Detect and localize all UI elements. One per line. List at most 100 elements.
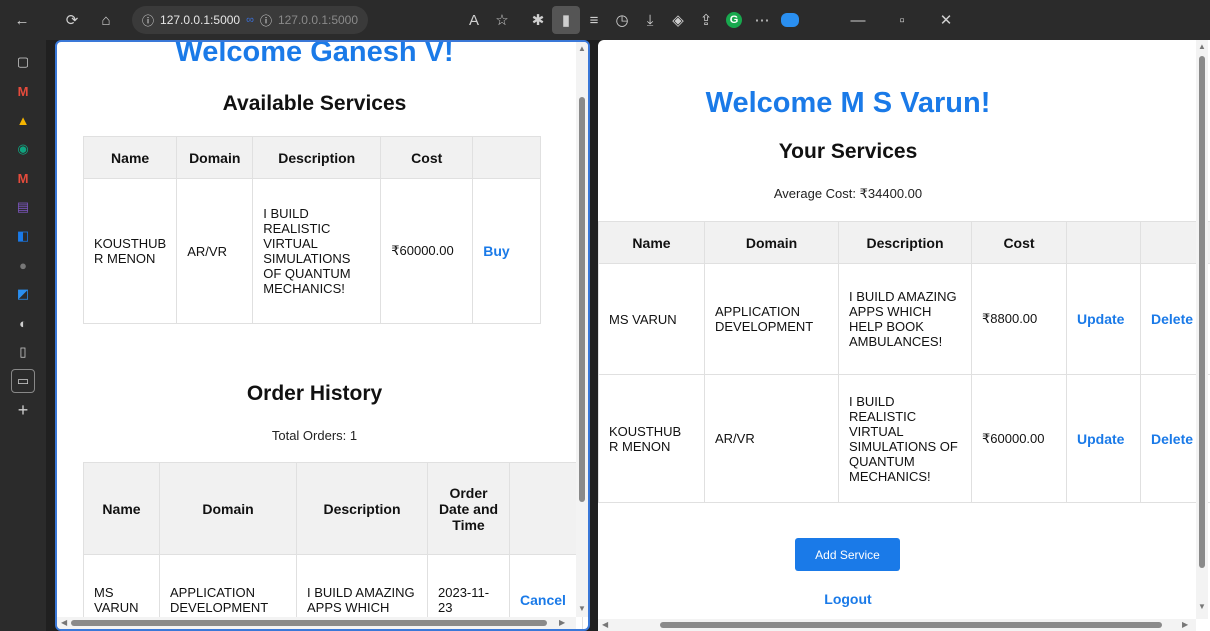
scroll-thumb[interactable] bbox=[579, 97, 585, 502]
col-order-date: Order Date and Time bbox=[427, 462, 510, 555]
more-options-icon[interactable]: ⋯ bbox=[748, 6, 776, 34]
drive-icon[interactable]: ▲ bbox=[11, 108, 35, 132]
split-screen-icon[interactable]: ▮ bbox=[552, 6, 581, 34]
scroll-left-icon[interactable]: ◀ bbox=[61, 618, 67, 627]
forms-icon[interactable]: ▤ bbox=[11, 195, 35, 219]
col-action bbox=[509, 462, 583, 555]
col-name: Name bbox=[598, 221, 705, 264]
document-icon[interactable]: ▯ bbox=[11, 340, 35, 364]
favorite-star-icon[interactable]: ☆ bbox=[488, 6, 516, 34]
update-link[interactable]: Update bbox=[1077, 311, 1124, 327]
info-icon: ⓘ bbox=[142, 13, 155, 28]
scroll-thumb[interactable] bbox=[71, 620, 547, 626]
outlook-icon[interactable]: ◧ bbox=[11, 224, 35, 248]
left-pane: Welcome Ganesh V! Available Services Nam… bbox=[55, 40, 590, 631]
col-domain: Domain bbox=[176, 136, 254, 179]
back-icon[interactable]: ← bbox=[8, 6, 36, 34]
buy-link[interactable]: Buy bbox=[483, 243, 509, 259]
right-vertical-scrollbar[interactable]: ▲ ▼ bbox=[1196, 40, 1208, 619]
logout-link[interactable]: Logout bbox=[798, 591, 898, 607]
chatgpt-icon[interactable]: ◉ bbox=[11, 137, 35, 161]
col-domain: Domain bbox=[159, 462, 297, 555]
active-tab-icon[interactable]: ▭ bbox=[11, 369, 35, 393]
add-service-button[interactable]: Add Service bbox=[795, 538, 900, 571]
url-left: 127.0.0.1:5000 bbox=[160, 13, 241, 27]
col-name: Name bbox=[82, 136, 178, 179]
col-update bbox=[1066, 221, 1141, 264]
dot-icon[interactable]: ● bbox=[11, 253, 35, 277]
order-history-table: Name Domain Description Order Date and T… bbox=[83, 462, 583, 629]
col-name: Name bbox=[83, 462, 160, 555]
add-icon[interactable]: + bbox=[11, 398, 35, 422]
table-row: MS VARUN APPLICATION DEVELOPMENT I BUILD… bbox=[598, 263, 1210, 375]
cancel-link[interactable]: Cancel bbox=[520, 592, 566, 608]
order-history-title: Order History bbox=[246, 382, 383, 405]
app-icon[interactable]: ◩ bbox=[11, 282, 35, 306]
extensions-icon[interactable]: ✱ bbox=[524, 6, 552, 34]
read-aloud-icon[interactable]: A bbox=[460, 6, 488, 34]
cell-cost: ₹60000.00 bbox=[380, 178, 474, 324]
cell-cost: ₹8800.00 bbox=[971, 263, 1067, 375]
col-cost: Cost bbox=[380, 136, 474, 179]
github-icon[interactable]: ◐ bbox=[11, 311, 35, 335]
available-services-title: Available Services bbox=[222, 92, 407, 115]
scroll-down-icon[interactable]: ▼ bbox=[578, 604, 586, 613]
split-link-icon: ∞ bbox=[246, 14, 254, 26]
scroll-right-icon[interactable]: ▶ bbox=[559, 618, 565, 627]
total-orders: Total Orders: 1 bbox=[271, 428, 358, 443]
col-cost: Cost bbox=[971, 221, 1067, 264]
restore-icon[interactable]: ▫ bbox=[888, 6, 916, 34]
available-services-table: Name Domain Description Cost KOUSTHUB R … bbox=[82, 136, 541, 324]
cell-description: I BUILD REALISTIC VIRTUAL SIMULATIONS OF… bbox=[252, 178, 382, 324]
browser-toolbar: ← ⟳ ⌂ ⓘ 127.0.0.1:5000 ∞ ⓘ 127.0.0.1:500… bbox=[0, 0, 1210, 40]
minimize-icon[interactable]: — bbox=[844, 6, 872, 34]
history-icon[interactable]: ◷ bbox=[608, 6, 636, 34]
cell-name: KOUSTHUB R MENON bbox=[82, 178, 178, 324]
cell-description: I BUILD REALISTIC VIRTUAL SIMULATIONS OF… bbox=[838, 374, 972, 503]
share-icon[interactable]: ⇪ bbox=[692, 6, 720, 34]
close-icon[interactable]: ✕ bbox=[932, 6, 960, 34]
scroll-thumb[interactable] bbox=[1199, 56, 1205, 568]
scroll-up-icon[interactable]: ▲ bbox=[578, 44, 586, 53]
scroll-thumb[interactable] bbox=[660, 622, 1162, 628]
left-vertical-scrollbar[interactable]: ▲ ▼ bbox=[576, 42, 588, 617]
cell-cost: ₹60000.00 bbox=[971, 374, 1067, 503]
table-row: KOUSTHUB R MENON AR/VR I BUILD REALISTIC… bbox=[82, 178, 541, 324]
grammar-extension-icon[interactable]: G bbox=[720, 6, 748, 34]
col-description: Description bbox=[252, 136, 382, 179]
your-services-table: Name Domain Description Cost MS VARUN AP… bbox=[598, 221, 1210, 503]
cell-domain: AR/VR bbox=[176, 178, 254, 324]
left-horizontal-scrollbar[interactable]: ◀ ▶ bbox=[57, 617, 576, 629]
update-link[interactable]: Update bbox=[1077, 431, 1124, 447]
url-right: 127.0.0.1:5000 bbox=[277, 13, 359, 27]
favorites-bar-icon[interactable]: ≡ bbox=[580, 6, 608, 34]
col-description: Description bbox=[838, 221, 972, 264]
download-icon[interactable]: ⤓ bbox=[636, 6, 664, 34]
delete-link[interactable]: Delete bbox=[1151, 431, 1193, 447]
cell-domain: AR/VR bbox=[704, 374, 839, 503]
home-icon[interactable]: ⌂ bbox=[92, 6, 120, 34]
gmail-icon[interactable]: M bbox=[11, 79, 35, 103]
cell-description: I BUILD AMAZING APPS WHICH HELP BOOK AMB… bbox=[838, 263, 972, 375]
copilot-icon[interactable] bbox=[776, 6, 804, 34]
scroll-down-icon[interactable]: ▼ bbox=[1198, 602, 1206, 611]
address-bar[interactable]: ⓘ 127.0.0.1:5000 ∞ ⓘ 127.0.0.1:5000 bbox=[132, 6, 369, 34]
scroll-up-icon[interactable]: ▲ bbox=[1198, 42, 1206, 51]
scroll-left-icon[interactable]: ◀ bbox=[602, 620, 608, 629]
cell-name: KOUSTHUB R MENON bbox=[598, 374, 705, 503]
average-cost: Average Cost: ₹34400.00 bbox=[773, 186, 923, 201]
cell-domain: APPLICATION DEVELOPMENT bbox=[704, 263, 839, 375]
right-horizontal-scrollbar[interactable]: ◀ ▶ bbox=[598, 619, 1196, 631]
performance-icon[interactable]: ◈ bbox=[664, 6, 692, 34]
gmail-icon[interactable]: M bbox=[11, 166, 35, 190]
refresh-icon[interactable]: ⟳ bbox=[58, 6, 86, 34]
delete-link[interactable]: Delete bbox=[1151, 311, 1193, 327]
info-icon: ⓘ bbox=[259, 13, 272, 28]
welcome-heading: Welcome M S Varun! bbox=[705, 87, 991, 119]
scroll-right-icon[interactable]: ▶ bbox=[1182, 620, 1188, 629]
right-pane: Welcome M S Varun! Your Services Average… bbox=[598, 40, 1210, 631]
tab-actions-icon[interactable]: ▢ bbox=[11, 50, 35, 74]
browser-sidebar: ▢ M ▲ ◉ M ▤ ◧ ● ◩ ◐ ▯ ▭ + bbox=[0, 40, 46, 631]
your-services-title: Your Services bbox=[778, 140, 918, 163]
welcome-heading: Welcome Ganesh V! bbox=[175, 40, 454, 68]
